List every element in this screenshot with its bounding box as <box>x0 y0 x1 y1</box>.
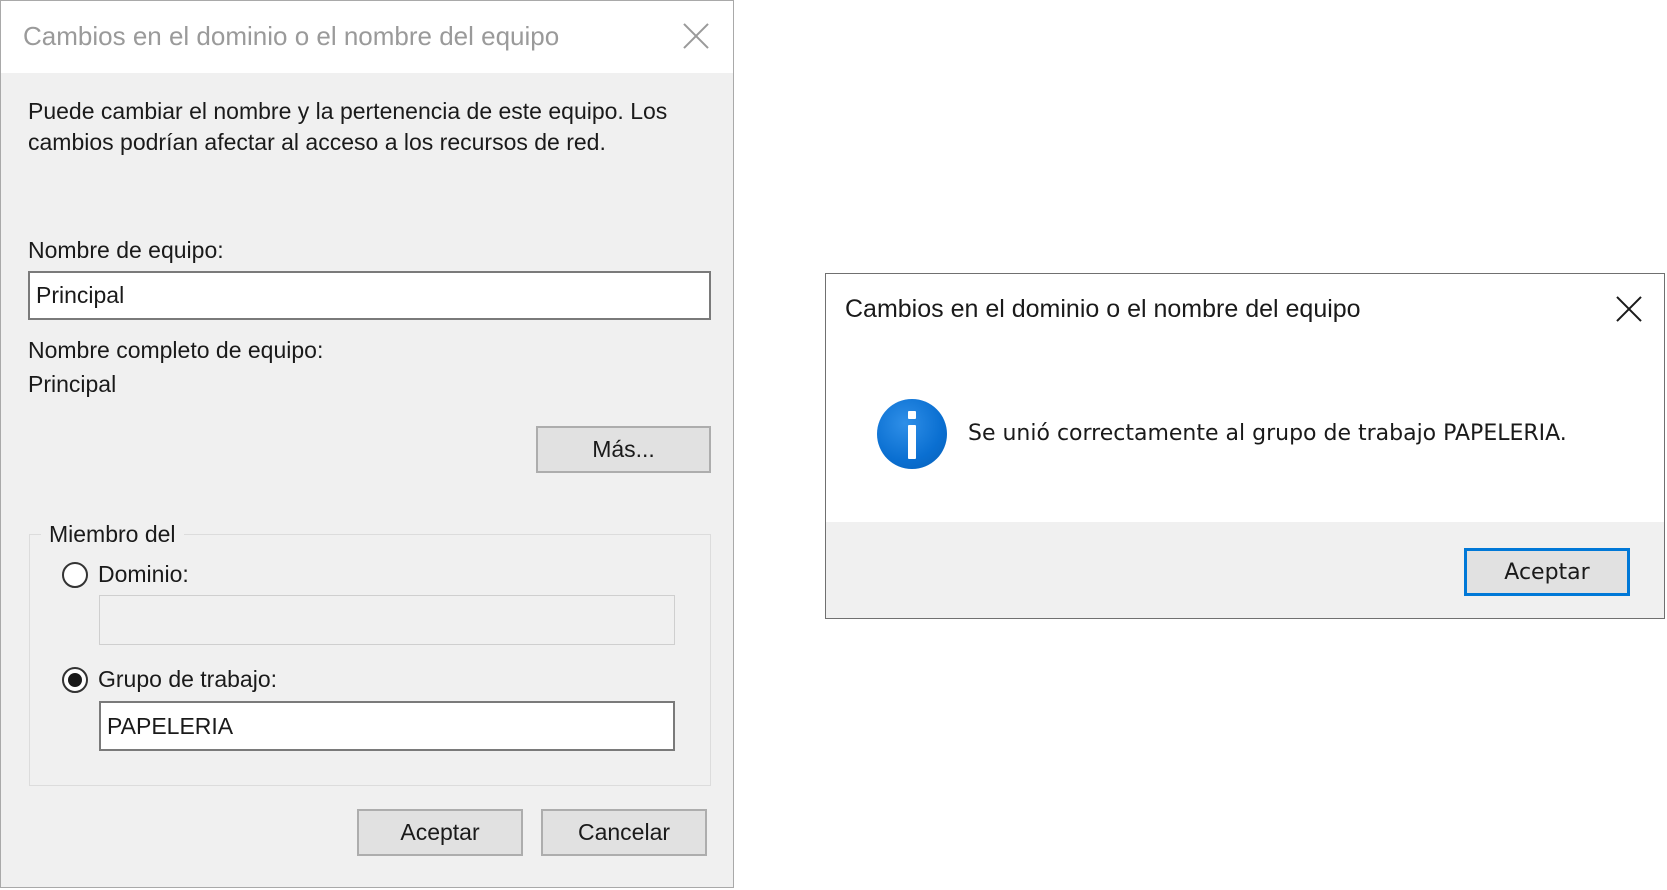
intro-line-1: Puede cambiar el nombre y la pertenencia… <box>28 98 668 124</box>
workgroup-radio[interactable] <box>62 667 88 693</box>
domain-input[interactable] <box>99 595 675 645</box>
ok-button[interactable]: Aceptar <box>357 809 523 856</box>
info-icon-stem <box>908 425 916 459</box>
computer-name-label: Nombre de equipo: <box>28 237 224 263</box>
success-message: Se unió correctamente al grupo de trabaj… <box>968 421 1567 446</box>
more-button[interactable]: Más... <box>536 426 711 473</box>
close-icon[interactable] <box>1614 294 1644 324</box>
member-of-label: Miembro del <box>41 521 184 548</box>
info-icon-dot <box>908 411 916 419</box>
info-icon <box>877 399 947 469</box>
close-icon[interactable] <box>681 21 711 51</box>
intro-line-2: cambios podrían afectar al acceso a los … <box>28 129 606 155</box>
full-computer-name-label: Nombre completo de equipo: <box>28 337 324 363</box>
dialog-title: Cambios en el dominio o el nombre del eq… <box>845 295 1361 323</box>
title-bar: Cambios en el dominio o el nombre del eq… <box>1 1 733 73</box>
workgroup-input[interactable] <box>99 701 675 751</box>
domain-radio[interactable] <box>62 562 88 588</box>
full-computer-name-value: Principal <box>28 371 117 397</box>
workgroup-joined-dialog: Cambios en el dominio o el nombre del eq… <box>825 273 1665 619</box>
accept-button[interactable]: Aceptar <box>1464 548 1630 596</box>
computer-name-dialog: Cambios en el dominio o el nombre del eq… <box>0 0 734 888</box>
intro-text: Puede cambiar el nombre y la pertenencia… <box>28 96 718 158</box>
screen: Cambios en el dominio o el nombre del eq… <box>0 0 1667 890</box>
computer-name-input[interactable] <box>28 271 711 320</box>
cancel-button[interactable]: Cancelar <box>541 809 707 856</box>
workgroup-label: Grupo de trabajo: <box>98 666 278 692</box>
dialog-title: Cambios en el dominio o el nombre del eq… <box>23 21 560 51</box>
domain-label: Dominio: <box>98 561 189 587</box>
